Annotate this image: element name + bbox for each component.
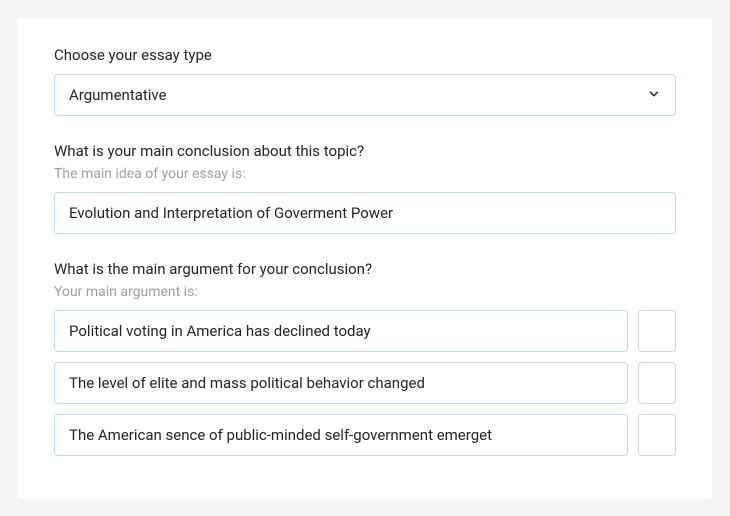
argument-value: Political voting in America has declined… [69,322,371,340]
argument-row: The level of elite and mass political be… [54,362,676,404]
argument-row: The American sence of public-minded self… [54,414,676,456]
arguments-sublabel: Your main argument is: [54,284,676,300]
conclusion-input[interactable]: Evolution and Interpretation of Govermen… [54,192,676,234]
conclusion-sublabel: The main idea of your essay is: [54,166,676,182]
essay-type-value: Argumentative [69,86,647,104]
argument-value: The American sence of public-minded self… [69,426,492,444]
chevron-down-icon [647,86,661,105]
form-card: Choose your essay type Argumentative Wha… [18,18,712,498]
essay-type-select[interactable]: Argumentative [54,74,676,116]
arguments-label: What is the main argument for your concl… [54,260,676,278]
argument-input[interactable]: The level of elite and mass political be… [54,362,628,404]
essay-type-section: Choose your essay type Argumentative [54,46,676,116]
argument-input[interactable]: The American sence of public-minded self… [54,414,628,456]
remove-argument-button[interactable] [638,310,676,352]
conclusion-value: Evolution and Interpretation of Govermen… [69,204,393,222]
arguments-section: What is the main argument for your concl… [54,260,676,456]
argument-input[interactable]: Political voting in America has declined… [54,310,628,352]
remove-argument-button[interactable] [638,362,676,404]
remove-argument-button[interactable] [638,414,676,456]
conclusion-label: What is your main conclusion about this … [54,142,676,160]
conclusion-section: What is your main conclusion about this … [54,142,676,234]
argument-value: The level of elite and mass political be… [69,374,425,392]
essay-type-label: Choose your essay type [54,46,676,64]
argument-row: Political voting in America has declined… [54,310,676,352]
